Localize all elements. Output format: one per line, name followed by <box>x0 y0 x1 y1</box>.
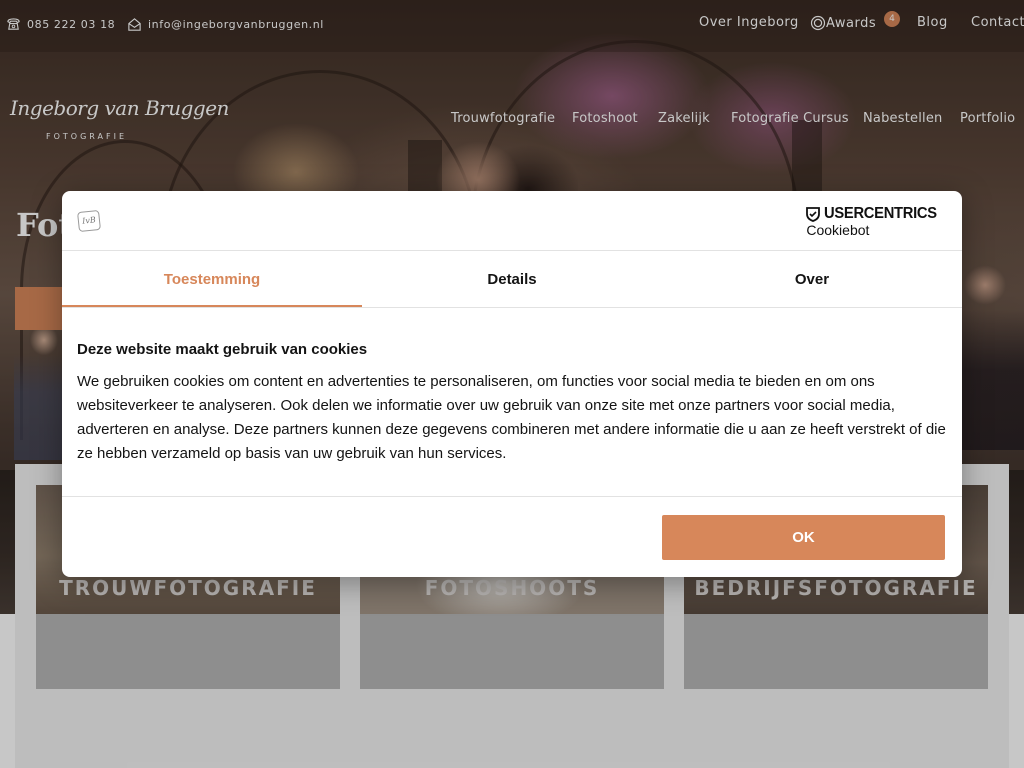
shield-check-icon <box>806 206 821 222</box>
cookie-heading: Deze website maakt gebruik van cookies <box>77 341 368 358</box>
tab-details[interactable]: Details <box>362 252 662 307</box>
usercentrics-logo-text: USERCENTRICS <box>824 205 938 222</box>
tab-over[interactable]: Over <box>662 252 962 307</box>
cookie-dialog-header: IvB USERCENTRICS Cookiebot <box>62 191 962 251</box>
cookie-dialog: IvB USERCENTRICS Cookiebot Toestemming D… <box>62 191 962 577</box>
cookie-dialog-body: Deze website maakt gebruik van cookies W… <box>77 341 947 466</box>
site-mini-logo-icon: IvB <box>77 209 101 233</box>
ok-button[interactable]: OK <box>662 515 945 560</box>
cookie-tabs: Toestemming Details Over <box>62 252 962 308</box>
cookie-description: We gebruiken cookies om content en adver… <box>77 373 946 462</box>
cookiebot-label: Cookiebot <box>806 222 870 238</box>
tab-toestemming[interactable]: Toestemming <box>62 252 362 307</box>
usercentrics-brand: USERCENTRICS Cookiebot <box>806 205 947 238</box>
cookie-dialog-footer: OK <box>62 496 962 577</box>
